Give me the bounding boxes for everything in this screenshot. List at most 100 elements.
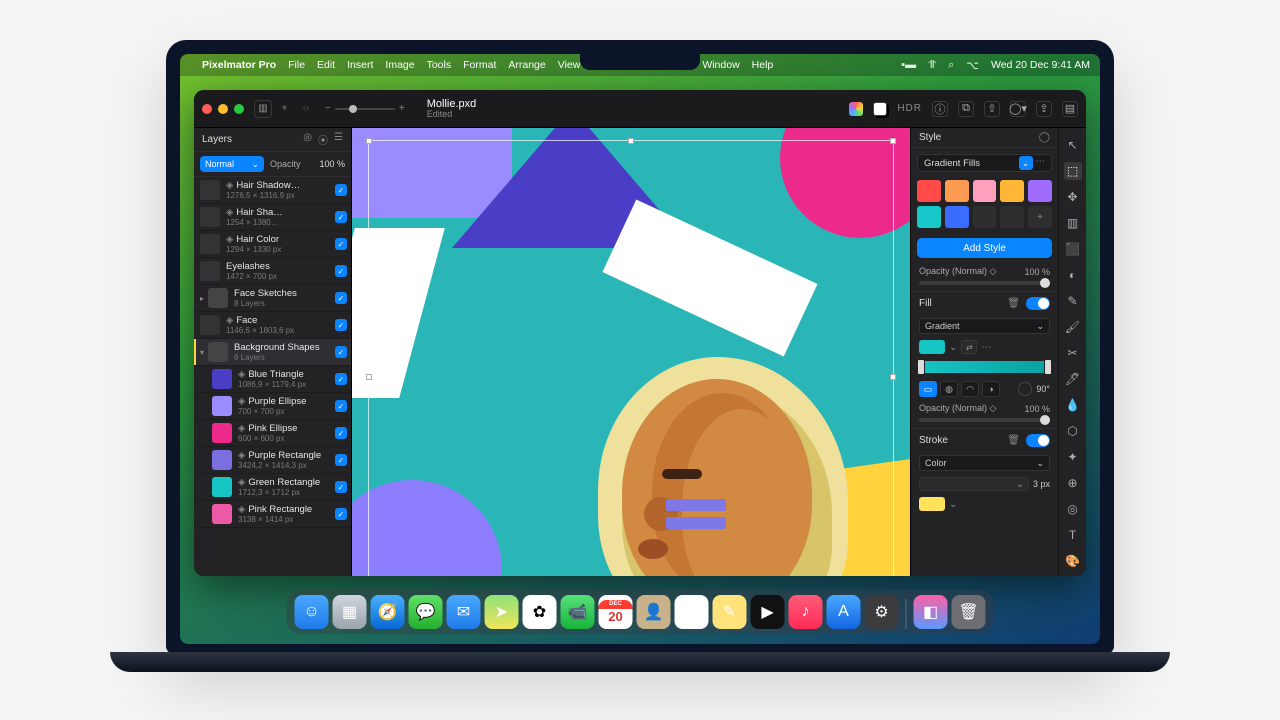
tool-button[interactable]: ↖ <box>1064 136 1082 154</box>
tool-button[interactable]: ✥ <box>1064 188 1082 206</box>
stroke-type-select[interactable]: Color⌄ <box>919 455 1050 471</box>
gradient-editor[interactable] <box>919 361 1050 373</box>
dock-calendar-icon[interactable]: DEC20 <box>599 595 633 629</box>
tool-button[interactable]: T <box>1064 526 1082 544</box>
layer-visibility-checkbox[interactable]: ✓ <box>335 184 347 196</box>
layer-row[interactable]: ◈Purple Ellipse700 × 700 px✓ <box>194 393 351 420</box>
menu-file[interactable]: File <box>288 59 305 71</box>
menu-insert[interactable]: Insert <box>347 59 373 71</box>
tool-button[interactable]: ◐ <box>1064 266 1082 284</box>
menu-view[interactable]: View <box>558 59 581 71</box>
layer-visibility-checkbox[interactable]: ✓ <box>335 508 347 520</box>
layer-row[interactable]: ◈Purple Rectangle3424,2 × 1414,3 px✓ <box>194 447 351 474</box>
blend-mode-select[interactable]: Normal⌄ <box>200 156 264 172</box>
hdr-toggle[interactable]: HDR <box>897 103 922 114</box>
ellipse-menu-icon[interactable]: ◯▾ <box>1010 101 1026 117</box>
preset-swatch[interactable] <box>917 206 941 228</box>
resize-handle[interactable] <box>890 138 896 144</box>
menu-window[interactable]: Window <box>702 59 739 71</box>
tool-button[interactable]: 💧 <box>1064 396 1082 414</box>
search-icon[interactable]: ⌕ <box>948 59 954 72</box>
tool-button[interactable]: 🖌 <box>1064 318 1082 336</box>
layer-row[interactable]: ◈Green Rectangle1712,3 × 1712 px✓ <box>194 474 351 501</box>
layer-row[interactable]: Eyelashes1472 × 700 px✓ <box>194 258 351 285</box>
layer-row[interactable]: ◈Hair Color1294 × 1330 px✓ <box>194 231 351 258</box>
layer-row[interactable]: ◈Pink Rectangle3138 × 1414 px✓ <box>194 501 351 528</box>
control-center-icon[interactable]: ⌥ <box>966 59 979 72</box>
battery-icon[interactable]: ▪▬ <box>901 59 916 71</box>
dock-mail-icon[interactable]: ✉ <box>447 595 481 629</box>
preset-swatch[interactable] <box>1028 180 1052 202</box>
add-style-button[interactable]: Add Style <box>917 238 1052 258</box>
menu-format[interactable]: Format <box>463 59 496 71</box>
layers-filter-icon[interactable]: ◎ <box>303 132 312 147</box>
tool-button[interactable]: ✂ <box>1064 344 1082 362</box>
stroke-color-swatch[interactable] <box>919 497 945 511</box>
stroke-width-slider[interactable]: ⌄ <box>919 477 1029 491</box>
style-preset-select[interactable]: Gradient Fills ⌄⋯ <box>917 154 1052 172</box>
tool-button[interactable]: ⬚ <box>1064 162 1082 180</box>
layer-row[interactable]: ▸Face Sketches8 Layers✓ <box>194 285 351 312</box>
add-preset-button[interactable]: + <box>1028 206 1052 228</box>
layers-menu-icon[interactable]: ☰ <box>334 132 343 147</box>
layer-visibility-checkbox[interactable]: ✓ <box>335 373 347 385</box>
dock-trash-icon[interactable]: 🗑 <box>952 595 986 629</box>
dock-settings-icon[interactable]: ⚙ <box>865 595 899 629</box>
tool-button[interactable]: ▥ <box>1064 214 1082 232</box>
wifi-icon[interactable]: ⥣ <box>928 59 936 72</box>
preset-swatch[interactable] <box>917 180 941 202</box>
foreground-background-icon[interactable] <box>873 102 887 116</box>
preset-swatch[interactable] <box>945 180 969 202</box>
stroke-width-value[interactable]: 3 px <box>1033 479 1050 489</box>
info-icon[interactable]: ⓘ <box>932 101 948 117</box>
gradient-linear-icon[interactable]: ▭ <box>919 381 937 397</box>
layer-row[interactable]: ◈Blue Triangle1086,9 × 1179,4 px✓ <box>194 366 351 393</box>
export-icon[interactable]: ⇧ <box>984 101 1000 117</box>
disclosure-icon[interactable]: ▸ <box>200 294 204 303</box>
gradient-angle-icon[interactable]: ◠ <box>961 381 979 397</box>
nav-back-icon[interactable]: ‹› <box>297 100 315 118</box>
layer-visibility-checkbox[interactable]: ✓ <box>335 427 347 439</box>
close-button[interactable] <box>202 104 212 114</box>
person-crop-icon[interactable]: ⧉ <box>958 101 974 117</box>
tool-button[interactable]: ⬡ <box>1064 422 1082 440</box>
menubar-clock[interactable]: Wed 20 Dec 9:41 AM <box>991 59 1090 71</box>
fill-toggle[interactable] <box>1026 297 1050 310</box>
layer-visibility-checkbox[interactable]: ✓ <box>335 319 347 331</box>
stroke-delete-icon[interactable]: 🗑 <box>1007 435 1020 446</box>
dock-notes-icon[interactable]: ✎ <box>713 595 747 629</box>
dock-launchpad-icon[interactable]: ▦ <box>333 595 367 629</box>
menubar-app-name[interactable]: Pixelmator Pro <box>202 59 276 71</box>
tool-button[interactable]: ✦ <box>1064 448 1082 466</box>
menu-tools[interactable]: Tools <box>427 59 452 71</box>
gradient-angle-value[interactable]: 90° <box>1036 384 1050 394</box>
tool-button[interactable]: ◎ <box>1064 500 1082 518</box>
preset-swatch[interactable] <box>1000 180 1024 202</box>
disclosure-icon[interactable]: ▾ <box>200 348 204 357</box>
tool-button[interactable]: ⬛ <box>1064 240 1082 258</box>
dock-music-icon[interactable]: ♪ <box>789 595 823 629</box>
inspector-toggle-icon[interactable]: ▤ <box>1062 101 1078 117</box>
dock-contacts-icon[interactable]: 👤 <box>637 595 671 629</box>
layer-visibility-checkbox[interactable]: ✓ <box>335 454 347 466</box>
zoom-button[interactable] <box>234 104 244 114</box>
tool-button[interactable]: 🖊 <box>1064 370 1082 388</box>
share-icon[interactable]: ⇪ <box>1036 101 1052 117</box>
gradient-stop[interactable] <box>1044 359 1052 375</box>
layer-visibility-checkbox[interactable]: ✓ <box>335 292 347 304</box>
angle-wheel[interactable] <box>1018 382 1032 396</box>
fill-type-select[interactable]: Gradient⌄ <box>919 318 1050 334</box>
dock-appstore-icon[interactable]: A <box>827 595 861 629</box>
menu-image[interactable]: Image <box>385 59 414 71</box>
gradient-stop[interactable] <box>917 359 925 375</box>
layers-tag-icon[interactable]: ⦿ <box>318 132 328 147</box>
fill-opacity-slider[interactable] <box>919 418 1050 422</box>
layer-visibility-checkbox[interactable]: ✓ <box>335 346 347 358</box>
preset-swatch[interactable] <box>973 180 997 202</box>
dock-tv-icon[interactable]: ▶ <box>751 595 785 629</box>
selection-bounds[interactable] <box>368 140 894 576</box>
zoom-slider[interactable]: −+ <box>325 103 405 114</box>
layer-row[interactable]: ▾Background Shapes6 Layers✓ <box>194 339 351 366</box>
layer-row[interactable]: ◈Hair Sha…1254 × 1380…✓ <box>194 204 351 231</box>
dock-reminders-icon[interactable]: ☑ <box>675 595 709 629</box>
